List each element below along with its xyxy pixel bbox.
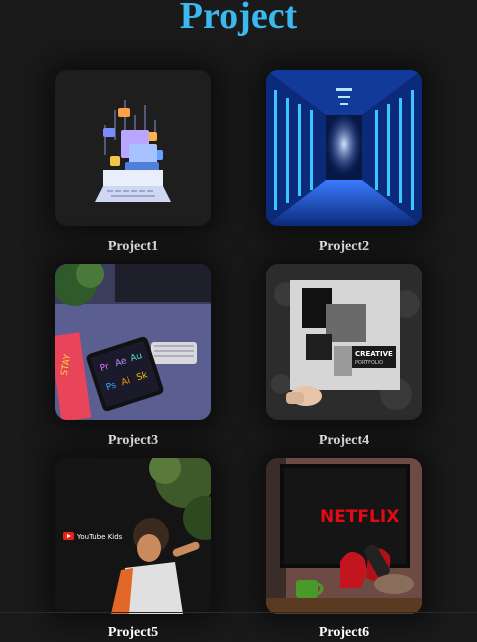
project5-caption[interactable]: Project5 xyxy=(55,624,211,642)
project5-thumbnail[interactable]: YouTube Kids xyxy=(55,458,211,614)
netflix-logo: NETFLIX xyxy=(320,507,399,527)
project3-caption[interactable]: Project3 xyxy=(55,432,211,450)
server-room-image xyxy=(266,70,422,226)
project4-caption[interactable]: Project4 xyxy=(266,432,422,450)
creative-portfolio-image: CREATIVE PORTFOLIO xyxy=(266,264,422,420)
project3-thumbnail[interactable]: STAY Pr Ae Au Ps Ai Sk xyxy=(55,264,211,420)
desk-tablet-image: STAY Pr Ae Au Ps Ai Sk xyxy=(55,264,211,420)
project2-thumbnail[interactable] xyxy=(266,70,422,226)
youtube-kids-logo: YouTube Kids xyxy=(76,533,123,541)
project6-caption[interactable]: Project6 xyxy=(266,624,422,642)
book-subtitle: PORTFOLIO xyxy=(355,360,383,366)
youtube-kids-image: YouTube Kids xyxy=(55,458,211,614)
bottom-divider xyxy=(0,612,477,613)
project6-thumbnail[interactable]: NETFLIX xyxy=(266,458,422,614)
netflix-tv-image: NETFLIX xyxy=(266,458,422,614)
project1-thumbnail[interactable] xyxy=(55,70,211,226)
project1-caption[interactable]: Project1 xyxy=(55,238,211,256)
project4-thumbnail[interactable]: CREATIVE PORTFOLIO xyxy=(266,264,422,420)
book-title: CREATIVE xyxy=(355,350,393,358)
laptop-code-illustration xyxy=(55,70,211,226)
project2-caption[interactable]: Project2 xyxy=(266,238,422,256)
page-title: Project xyxy=(179,0,298,37)
